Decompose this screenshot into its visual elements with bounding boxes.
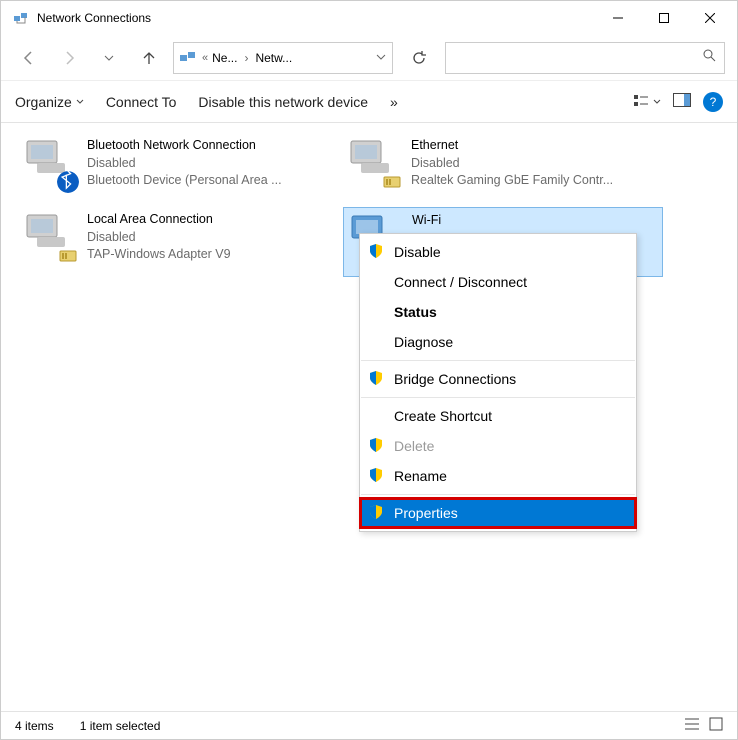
search-input[interactable] (445, 42, 725, 74)
statusbar: 4 items 1 item selected (1, 711, 737, 739)
search-icon (702, 48, 716, 67)
close-button[interactable] (687, 3, 733, 33)
adapter-device: TAP-Windows Adapter V9 (87, 246, 231, 264)
refresh-button[interactable] (401, 42, 437, 74)
up-button[interactable] (133, 42, 165, 74)
breadcrumb-icon (180, 51, 198, 65)
network-adapter-icon (347, 137, 401, 191)
app-icon (13, 10, 29, 26)
adapter-device: Realtek Gaming GbE Family Contr... (411, 172, 613, 190)
shield-icon (368, 437, 384, 456)
breadcrumb-seg1[interactable]: Ne... (212, 51, 237, 65)
cm-connect-disconnect[interactable]: Connect / Disconnect (360, 267, 636, 297)
menu-separator (361, 397, 635, 398)
disable-device-button[interactable]: Disable this network device (198, 94, 368, 110)
cm-disable[interactable]: Disable (360, 237, 636, 267)
adapter-status: Disabled (87, 229, 231, 247)
organize-label: Organize (15, 94, 72, 110)
titlebar: Network Connections (1, 1, 737, 35)
navbar: « Ne... › Netw... (1, 35, 737, 81)
adapter-name: Ethernet (411, 137, 613, 155)
cm-diagnose[interactable]: Diagnose (360, 327, 636, 357)
adapter-status: Disabled (87, 155, 282, 173)
adapter-local-area[interactable]: Local Area Connection Disabled TAP-Windo… (19, 207, 339, 277)
large-icons-view-button[interactable] (709, 717, 723, 734)
preview-pane-button[interactable] (673, 93, 691, 110)
selection-count: 1 item selected (80, 719, 161, 733)
item-count: 4 items (15, 719, 54, 733)
view-options-button[interactable] (633, 94, 661, 110)
back-button[interactable] (13, 42, 45, 74)
content-area: Bluetooth Network Connection Disabled Bl… (1, 123, 737, 711)
recent-dropdown[interactable] (93, 42, 125, 74)
ethernet-plug-icon (57, 245, 79, 267)
breadcrumb[interactable]: « Ne... › Netw... (173, 42, 393, 74)
maximize-button[interactable] (641, 3, 687, 33)
details-view-button[interactable] (685, 717, 699, 734)
toolbar: Organize Connect To Disable this network… (1, 81, 737, 123)
ethernet-plug-icon (381, 171, 403, 193)
network-adapter-icon (23, 211, 77, 265)
adapter-name: Local Area Connection (87, 211, 231, 229)
shield-icon (368, 467, 384, 486)
chevron-down-icon (76, 98, 84, 106)
context-menu: Disable Connect / Disconnect Status Diag… (359, 233, 637, 532)
menu-separator (361, 494, 635, 495)
network-adapter-icon (23, 137, 77, 191)
shield-icon (368, 504, 384, 523)
cm-bridge[interactable]: Bridge Connections (360, 364, 636, 394)
cm-rename[interactable]: Rename (360, 461, 636, 491)
cm-delete: Delete (360, 431, 636, 461)
shield-icon (368, 370, 384, 389)
menu-separator (361, 360, 635, 361)
bluetooth-icon (57, 171, 79, 193)
toolbar-overflow[interactable]: » (390, 94, 398, 110)
chevron-right-icon: › (241, 51, 251, 65)
adapter-ethernet[interactable]: Ethernet Disabled Realtek Gaming GbE Fam… (343, 133, 663, 203)
adapter-status: Disabled (411, 155, 613, 173)
breadcrumb-dropdown[interactable] (376, 51, 386, 65)
minimize-button[interactable] (595, 3, 641, 33)
adapter-device: Bluetooth Device (Personal Area ... (87, 172, 282, 190)
connect-to-button[interactable]: Connect To (106, 94, 177, 110)
window-title: Network Connections (37, 11, 151, 25)
chevron-down-icon (653, 98, 661, 106)
cm-create-shortcut[interactable]: Create Shortcut (360, 401, 636, 431)
cm-status[interactable]: Status (360, 297, 636, 327)
cm-properties[interactable]: Properties (360, 498, 636, 528)
breadcrumb-chevron: « (202, 52, 208, 64)
breadcrumb-seg2[interactable]: Netw... (255, 51, 292, 65)
shield-icon (368, 243, 384, 262)
adapter-bluetooth[interactable]: Bluetooth Network Connection Disabled Bl… (19, 133, 339, 203)
adapter-name: Wi-Fi (412, 212, 441, 230)
organize-menu[interactable]: Organize (15, 94, 84, 110)
adapter-name: Bluetooth Network Connection (87, 137, 282, 155)
forward-button[interactable] (53, 42, 85, 74)
help-button[interactable]: ? (703, 92, 723, 112)
